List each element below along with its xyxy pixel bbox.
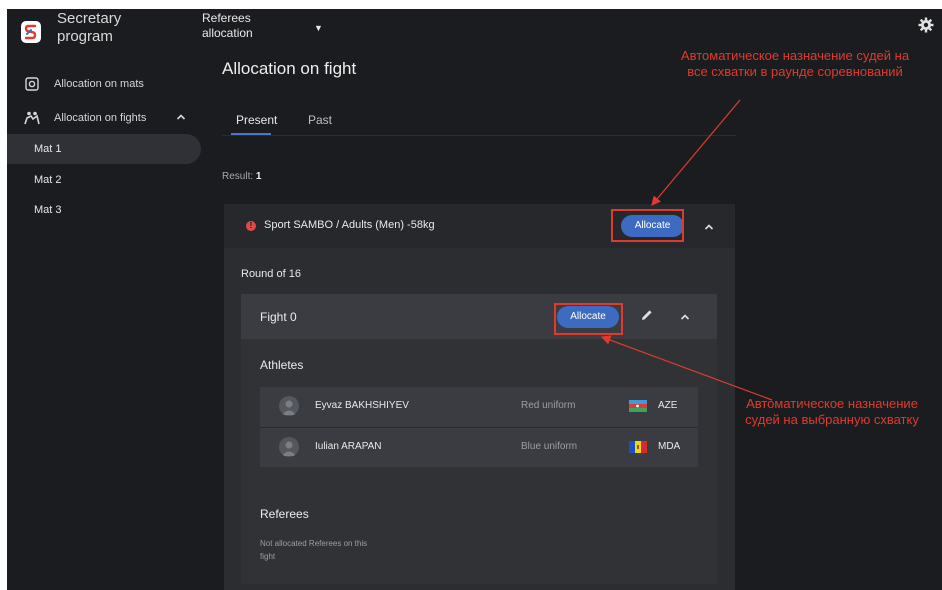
- annotation-arrows: [600, 99, 773, 401]
- arrow-to-fight-allocate: [600, 335, 773, 401]
- app-window: Secretary program Allocation on mats All…: [7, 9, 942, 590]
- arrow-to-round-allocate: [651, 99, 741, 206]
